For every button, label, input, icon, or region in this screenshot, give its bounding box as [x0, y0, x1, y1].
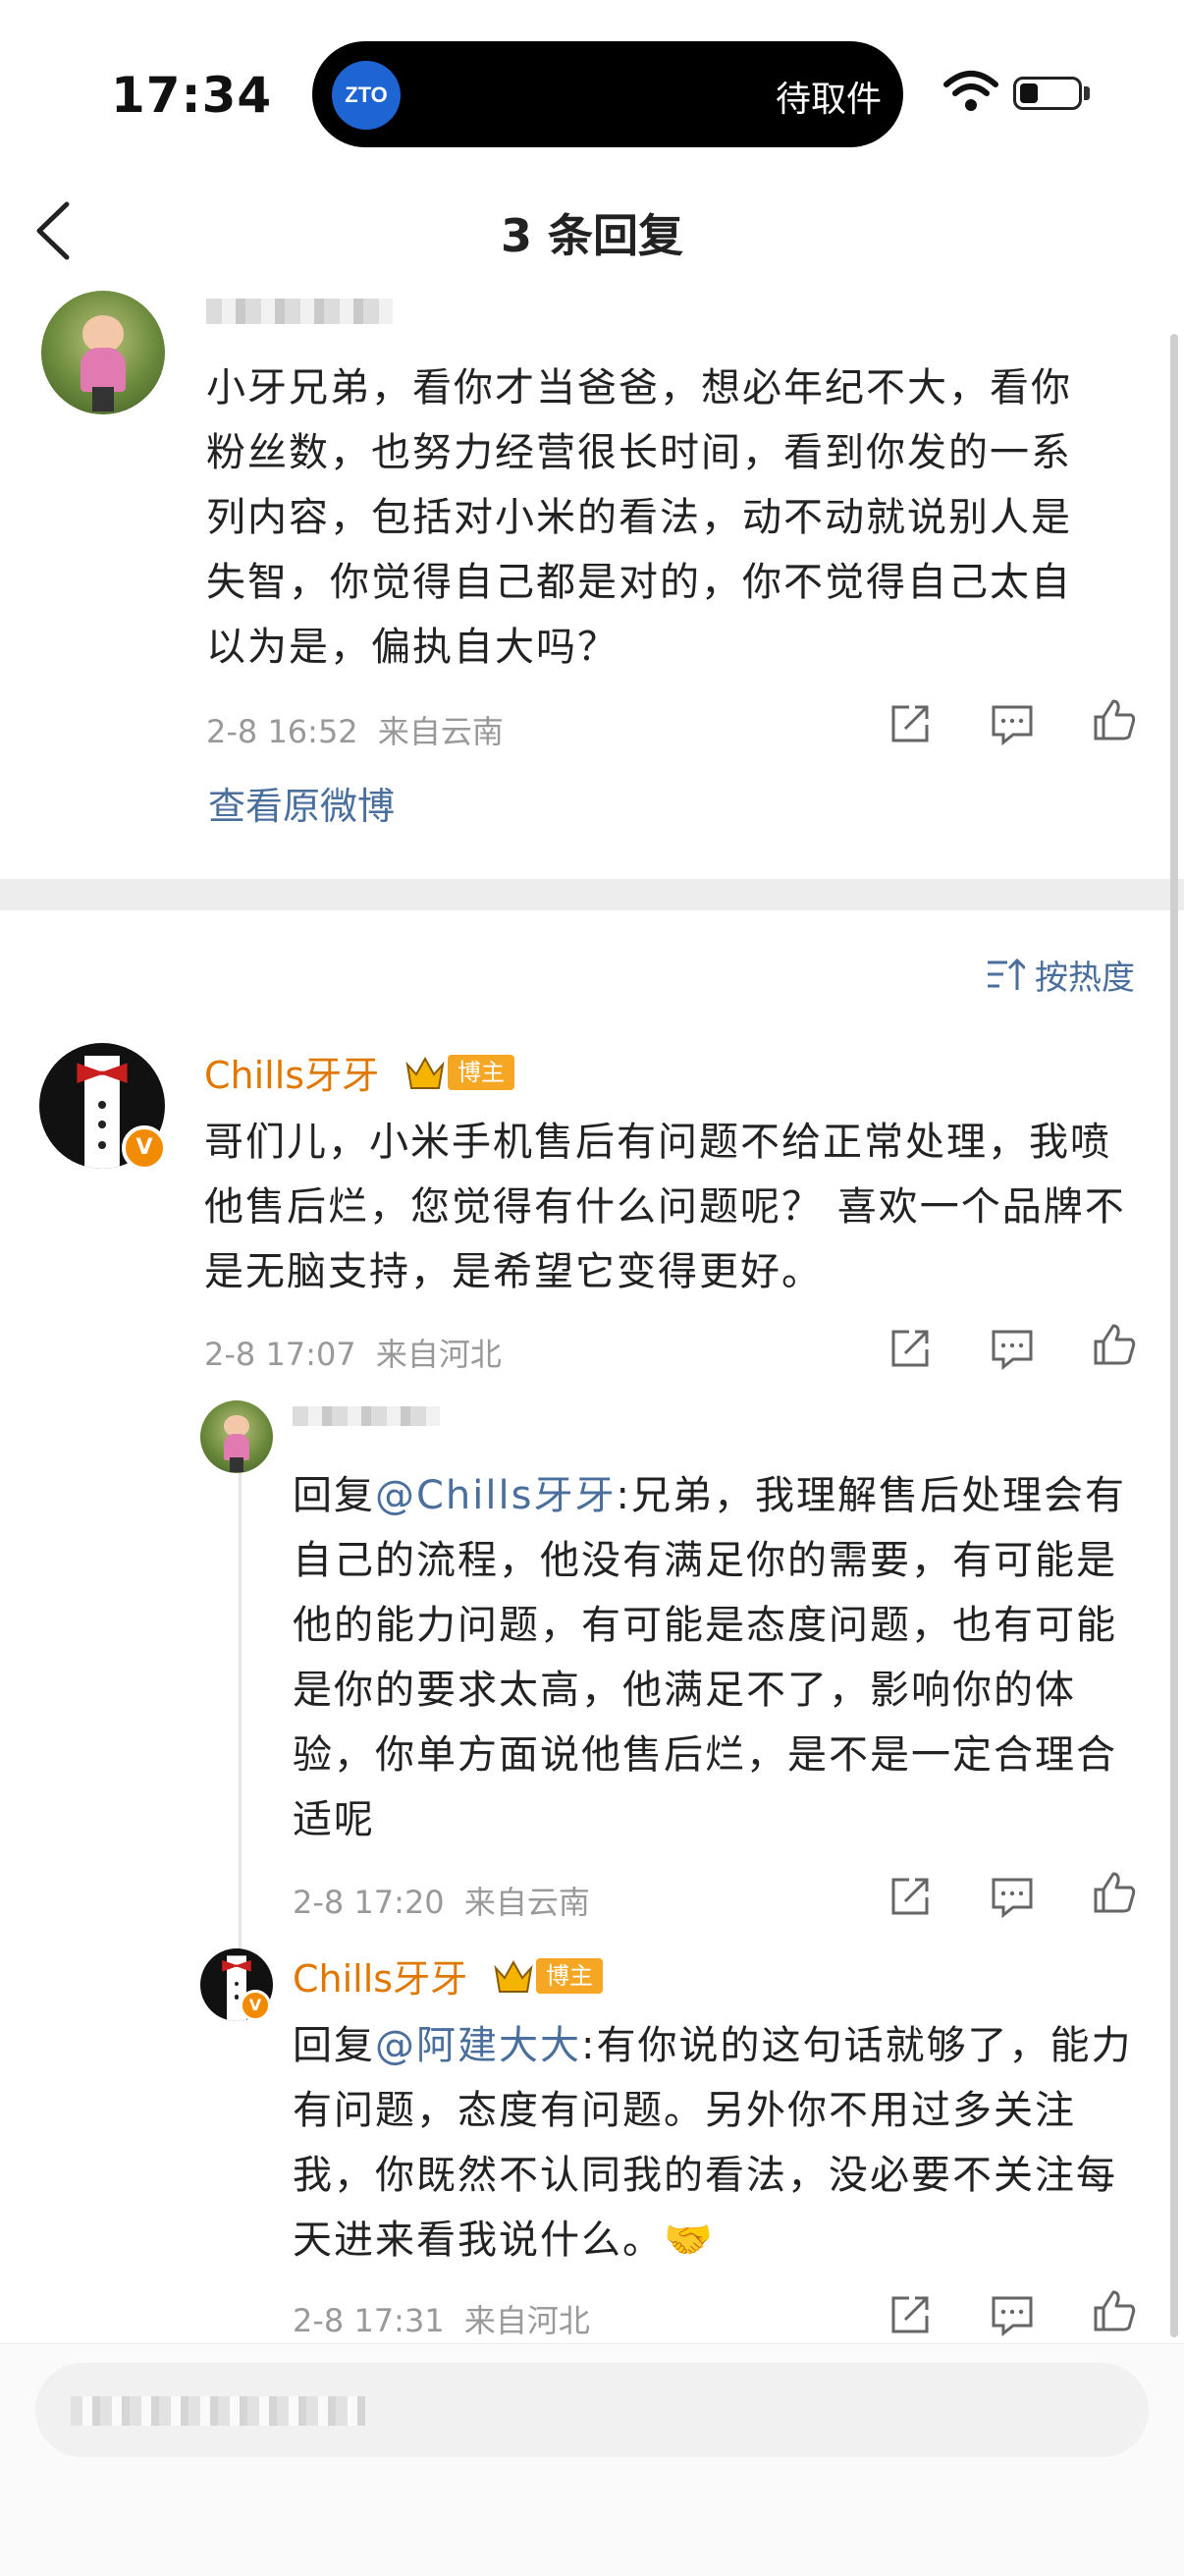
- blogger-badge: 博主: [448, 1055, 514, 1090]
- blogger-badge: 博主: [536, 1958, 603, 1994]
- reply-meta: 2-8 17:07 来自河北: [204, 1330, 502, 1375]
- nested-reply-text: 回复@Chills牙牙:兄弟，我理解售后处理会有自己的流程，他没有满足你的需要，…: [293, 1463, 1137, 1852]
- reply-input-placeholder-blurred: [71, 2396, 365, 2426]
- share-icon[interactable]: [888, 1326, 933, 1371]
- reply-location: 来自河北: [463, 2302, 590, 2339]
- reply-time: 2-8 17:20: [293, 1884, 445, 1921]
- like-icon[interactable]: [1092, 1322, 1137, 1367]
- reply-time: 2-8 17:31: [293, 2302, 445, 2339]
- reply-prefix: 回复: [293, 2023, 375, 2068]
- like-icon[interactable]: [1092, 697, 1137, 742]
- view-original-link[interactable]: 查看原微博: [208, 776, 395, 830]
- reply-location: 来自河北: [375, 1336, 502, 1373]
- avatar[interactable]: [41, 291, 165, 414]
- nested-reply-text: 回复@阿建大大:有你说的这句话就够了，能力有问题，态度有问题。另外你不用过多关注…: [293, 2013, 1149, 2273]
- author-name[interactable]: Chills牙牙: [293, 1948, 467, 2002]
- reply-time: 2-8 17:07: [204, 1336, 356, 1373]
- thread-line: [239, 1446, 242, 1956]
- username-blurred[interactable]: [293, 1406, 440, 1426]
- nested-reply-meta: 2-8 17:20 来自云南: [293, 1878, 590, 1923]
- reply-text: 哥们儿，小米手机售后有问题不给正常处理，我喷他售后烂，您觉得有什么问题呢？ 喜欢…: [204, 1120, 1126, 1294]
- comment-location: 来自云南: [377, 713, 504, 750]
- live-activity-label: 待取件: [776, 80, 883, 120]
- verified-badge: V: [240, 1990, 271, 2021]
- like-icon[interactable]: [1092, 1870, 1137, 1915]
- comment-time: 2-8 16:52: [206, 713, 358, 750]
- reply-prefix: 回复: [293, 1473, 375, 1518]
- mention-link[interactable]: @Chills牙牙: [375, 1473, 616, 1518]
- scrollbar[interactable]: [1170, 334, 1178, 2337]
- crown-icon: [405, 1056, 445, 1089]
- sort-icon[interactable]: [986, 955, 1025, 994]
- battery-tip: [1084, 86, 1090, 100]
- comment-icon[interactable]: [990, 2292, 1035, 2337]
- share-icon[interactable]: [888, 701, 933, 746]
- handshake-emoji: 🤝: [664, 2218, 715, 2263]
- reply-location: 来自云南: [463, 1884, 590, 1921]
- like-icon[interactable]: [1092, 2288, 1137, 2333]
- section-divider: [0, 879, 1184, 910]
- comment-icon[interactable]: [990, 701, 1035, 746]
- sort-label[interactable]: 按热度: [1035, 951, 1135, 999]
- mention-link[interactable]: @阿建大大: [375, 2023, 581, 2068]
- crown-icon: [494, 1959, 533, 1993]
- username-blurred[interactable]: [206, 299, 393, 324]
- share-icon[interactable]: [888, 1874, 933, 1919]
- verified-badge: V: [122, 1125, 167, 1171]
- author-name[interactable]: Chills牙牙: [204, 1045, 379, 1099]
- status-time: 17:34: [111, 67, 273, 124]
- avatar[interactable]: [200, 1400, 273, 1473]
- comment-meta: 2-8 16:52 来自云南: [206, 707, 504, 752]
- page-title: 3 条回复: [500, 209, 684, 262]
- zto-express-logo: ZTO: [332, 61, 401, 130]
- comment-icon[interactable]: [990, 1874, 1035, 1919]
- reply-body: :兄弟，我理解售后处理会有自己的流程，他没有满足你的需要，有可能是他的能力问题，…: [293, 1473, 1126, 1842]
- comment-text: 小牙兄弟，看你才当爸爸，想必年纪不大，看你粉丝数，也努力经营很长时间，看到你发的…: [206, 365, 1072, 670]
- wifi-icon: [943, 71, 998, 111]
- nested-reply-meta: 2-8 17:31 来自河北: [293, 2296, 590, 2341]
- share-icon[interactable]: [888, 2292, 933, 2337]
- comment-icon[interactable]: [990, 1326, 1035, 1371]
- battery-icon: [1013, 77, 1082, 110]
